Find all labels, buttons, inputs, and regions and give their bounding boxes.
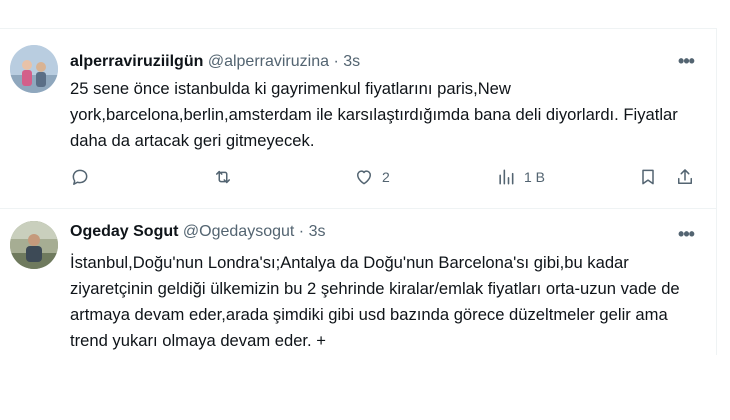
retweet-icon bbox=[216, 170, 230, 184]
like-button[interactable]: 2 bbox=[354, 165, 390, 189]
avatar[interactable] bbox=[10, 221, 58, 269]
bookmark-button[interactable] bbox=[638, 165, 658, 189]
like-count: 2 bbox=[382, 169, 390, 185]
tweet[interactable]: alperraviruziilgün @alperraviruzina · 3s… bbox=[0, 29, 716, 209]
tweet-header: alperraviruziilgün @alperraviruzina · 3s bbox=[70, 52, 360, 72]
avatar-photo bbox=[10, 45, 58, 93]
tweet-actions: 2 1 B bbox=[70, 165, 710, 189]
timeline: alperraviruziilgün @alperraviruzina · 3s… bbox=[0, 28, 717, 355]
timestamp[interactable]: 3s bbox=[343, 53, 360, 70]
more-options-icon[interactable]: ••• bbox=[674, 225, 698, 247]
tweet-header: Ogeday Sogut @Ogedaysogut · 3s bbox=[70, 222, 325, 242]
share-button[interactable] bbox=[675, 165, 695, 189]
views-button[interactable]: 1 B bbox=[496, 165, 545, 189]
share-icon bbox=[678, 169, 692, 184]
tweet-text: İstanbul,Doğu'nun Londra'sı;Antalya da D… bbox=[70, 253, 680, 350]
separator-dot: · bbox=[333, 53, 339, 70]
reply-button[interactable] bbox=[70, 165, 90, 189]
retweet-button[interactable] bbox=[213, 165, 233, 189]
bookmark-icon bbox=[642, 169, 654, 185]
timestamp[interactable]: 3s bbox=[309, 223, 326, 240]
display-name[interactable]: Ogeday Sogut bbox=[70, 223, 178, 240]
avatar[interactable] bbox=[10, 45, 58, 93]
views-icon bbox=[499, 169, 514, 185]
user-handle[interactable]: @alperraviruzina bbox=[208, 53, 329, 70]
separator-dot: · bbox=[298, 223, 305, 240]
more-options-icon[interactable]: ••• bbox=[674, 52, 698, 74]
tweet-text: 25 sene önce istanbulda ki gayrimenkul f… bbox=[70, 79, 678, 150]
reply-icon bbox=[72, 169, 88, 185]
user-handle[interactable]: @Ogedaysogut bbox=[183, 223, 294, 240]
tweet[interactable]: Ogeday Sogut @Ogedaysogut · 3s ••• İstan… bbox=[0, 209, 716, 355]
views-count: 1 B bbox=[524, 169, 546, 185]
avatar-photo bbox=[10, 221, 58, 269]
display-name[interactable]: alperraviruziilgün bbox=[70, 53, 203, 70]
heart-icon bbox=[357, 170, 371, 185]
